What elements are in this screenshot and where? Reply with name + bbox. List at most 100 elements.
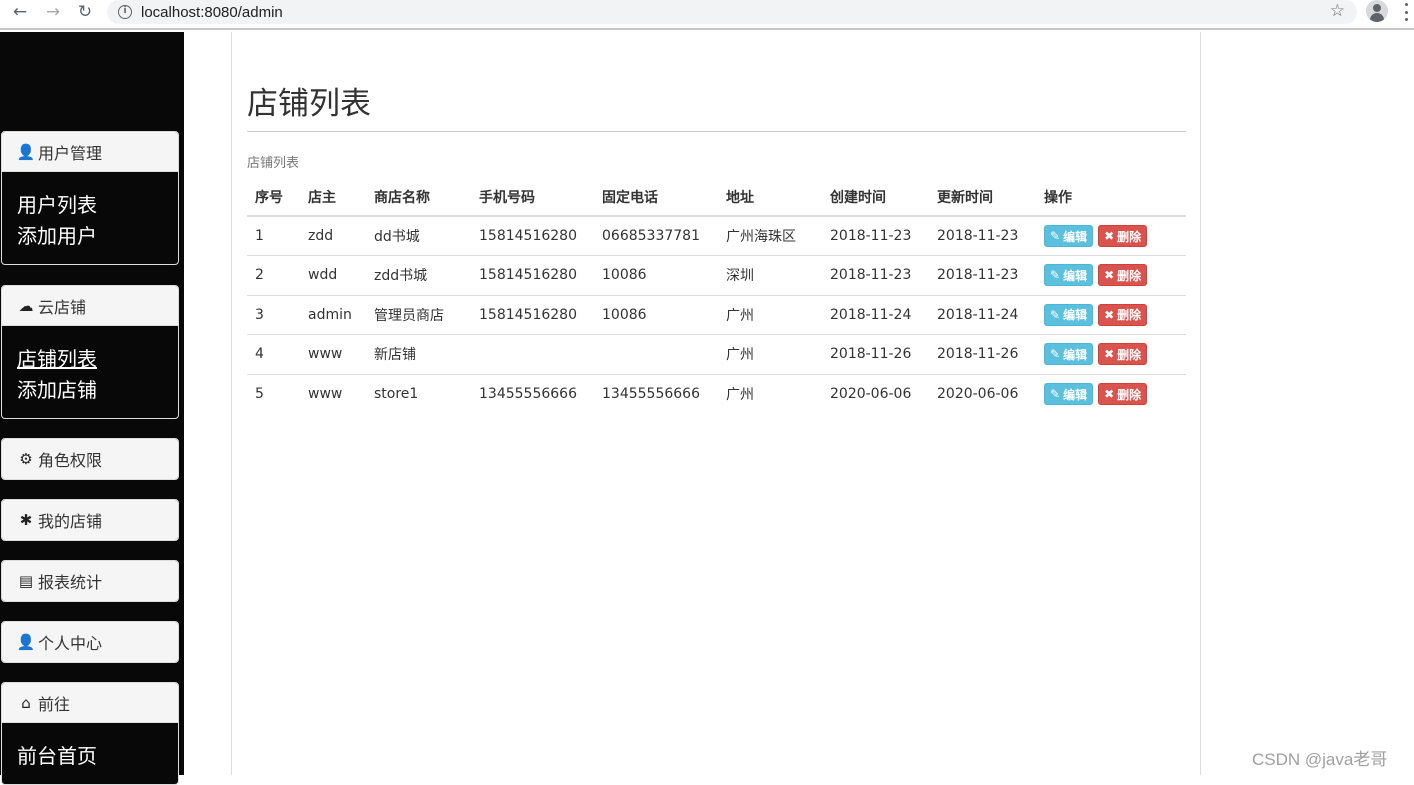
table-cell: www: [300, 334, 366, 374]
sidebar-panel: ⌂ 前往前台首页: [1, 682, 179, 785]
reload-icon[interactable]: ↻: [72, 0, 98, 24]
asterisk-icon: ✱: [19, 511, 33, 529]
sidebar-link[interactable]: 用户列表: [17, 190, 163, 221]
column-header: 更新时间: [929, 178, 1036, 217]
sidebar-panel-heading[interactable]: ⚙ 角色权限: [2, 439, 178, 479]
table-cell: 2018-11-24: [929, 294, 1036, 335]
pencil-icon: ✎: [1050, 268, 1061, 283]
sidebar-link[interactable]: 前台首页: [17, 741, 163, 772]
sidebar-panel-heading[interactable]: 👤 用户管理: [2, 132, 178, 172]
column-header: 手机号码: [471, 178, 594, 217]
delete-button[interactable]: ✖ 删除: [1098, 225, 1148, 247]
browser-menu-icon[interactable]: [1404, 3, 1408, 21]
sidebar-panel: ▤ 报表统计: [1, 560, 179, 602]
table-row: 2 wdd zdd书城 15814516280 10086 深圳 2018-11-23 201…: [247, 255, 1186, 295]
delete-label: 删除: [1117, 268, 1142, 283]
table-cell: 10086: [594, 255, 718, 295]
forward-icon[interactable]: →: [40, 0, 66, 24]
table-cell: 06685337781: [602, 228, 700, 244]
edit-label: 编辑: [1063, 347, 1088, 362]
remove-icon: ✖: [1104, 268, 1115, 283]
delete-label: 删除: [1117, 387, 1142, 402]
delete-label: 删除: [1117, 308, 1142, 323]
sidebar-panel-heading[interactable]: 👤 个人中心: [2, 622, 178, 662]
store-table: 序号 店主 商店名称 手机号码 固定电话 地址 创建时间 更新时间 操作 1 zdd dd书城 158…: [247, 178, 1186, 414]
table-cell: 2020-06-06: [929, 373, 1036, 414]
table-cell: 2020-06-06: [822, 373, 929, 414]
address-bar[interactable]: i localhost:8080/admin ☆: [107, 0, 1357, 24]
sidebar-panel-heading[interactable]: ▤ 报表统计: [2, 561, 178, 601]
page-title: 店铺列表: [247, 86, 371, 122]
table-cell: www: [300, 373, 366, 414]
delete-button[interactable]: ✖ 删除: [1098, 303, 1148, 326]
title-divider: [247, 131, 1186, 132]
sidebar-link[interactable]: 店铺列表: [17, 344, 163, 375]
edit-button[interactable]: ✎ 编辑: [1044, 383, 1094, 405]
delete-button[interactable]: ✖ 删除: [1098, 383, 1148, 405]
edit-label: 编辑: [1063, 387, 1088, 402]
table-row: 5 www store1 13455556666 13455556666 广州 2020-0…: [247, 373, 1186, 414]
table-cell: dd书城: [374, 229, 420, 245]
column-header: 创建时间: [822, 178, 929, 217]
actions-cell: ✎ 编辑 ✖ 删除: [1036, 373, 1186, 414]
edit-label: 编辑: [1063, 308, 1088, 323]
delete-button[interactable]: ✖ 删除: [1098, 343, 1148, 366]
delete-button[interactable]: ✖ 删除: [1098, 264, 1148, 287]
column-header: 序号: [247, 178, 300, 217]
sidebar-link[interactable]: 添加用户: [17, 221, 163, 252]
table-cell: 3: [247, 294, 300, 335]
watermark: CSDN @java老哥: [1252, 750, 1388, 769]
pencil-icon: ✎: [1050, 229, 1061, 243]
edit-button[interactable]: ✎ 编辑: [1044, 225, 1094, 247]
edit-button[interactable]: ✎ 编辑: [1044, 303, 1094, 326]
bookmark-star-icon[interactable]: ☆: [1330, 1, 1345, 21]
sidebar-panel-title: 角色权限: [38, 451, 103, 470]
table-cell: 2: [247, 255, 300, 295]
column-header: 商店名称: [366, 178, 471, 217]
sidebar-panel: 👤 个人中心: [1, 621, 179, 663]
sidebar-panel-title: 报表统计: [38, 573, 103, 592]
table-caption: 店铺列表: [247, 156, 300, 171]
url-text[interactable]: localhost:8080/admin: [141, 4, 283, 21]
table-cell: admin: [300, 294, 366, 335]
actions-cell: ✎ 编辑 ✖ 删除: [1036, 216, 1186, 256]
sidebar-panel-body: 用户列表 添加用户: [2, 172, 178, 264]
back-icon[interactable]: ←: [7, 0, 33, 24]
table-cell: 广州: [718, 294, 822, 335]
table-cell: 2018-11-26: [822, 334, 929, 374]
table-cell: 2018-11-23: [929, 255, 1036, 295]
sidebar-panel-title: 前往: [38, 694, 71, 714]
table-cell: 广州: [718, 373, 822, 414]
table-cell: 广州: [718, 334, 822, 374]
table-cell: zdd书城: [366, 255, 471, 295]
table-cell: 15814516280: [471, 255, 594, 295]
sidebar-panel: ✱ 我的店铺: [1, 499, 179, 541]
table-cell: [471, 334, 594, 374]
table-cell: 5: [247, 373, 300, 414]
table-cell: 13455556666: [594, 373, 718, 414]
table-header-row: 序号 店主 商店名称 手机号码 固定电话 地址 创建时间 更新时间 操作: [247, 178, 1186, 217]
table-cell: zdd: [308, 228, 334, 244]
delete-label: 删除: [1117, 347, 1142, 362]
table-row: 1 zdd dd书城 15814516280 06685337781 广州海珠区 2018-…: [247, 216, 1186, 256]
remove-icon: ✖: [1104, 387, 1115, 401]
sidebar-panel-heading[interactable]: ☁ 云店铺: [2, 286, 178, 326]
sidebar-panel-title: 用户管理: [38, 143, 103, 163]
edit-button[interactable]: ✎ 编辑: [1044, 343, 1094, 366]
table-cell: 深圳: [718, 255, 822, 295]
info-icon[interactable]: i: [118, 5, 132, 19]
sidebar-panel-heading[interactable]: ⌂ 前往: [2, 683, 178, 723]
table-cell: 2018-11-23: [822, 255, 929, 295]
table-cell: 广州海珠区: [726, 229, 796, 245]
table-cell: 2018-11-23: [937, 228, 1019, 244]
profile-avatar-icon[interactable]: [1366, 0, 1388, 22]
user-icon: 👤: [16, 633, 36, 651]
sidebar-panel-heading[interactable]: ✱ 我的店铺: [2, 500, 178, 540]
sidebar-link[interactable]: 添加店铺: [17, 375, 163, 406]
cloud-icon: ☁: [18, 296, 34, 315]
edit-button[interactable]: ✎ 编辑: [1044, 264, 1094, 287]
table-cell: 15814516280: [479, 228, 577, 244]
table-cell: 10086: [594, 294, 718, 335]
actions-cell: ✎ 编辑 ✖ 删除: [1036, 294, 1186, 335]
table-cell: 2018-11-24: [822, 294, 929, 335]
